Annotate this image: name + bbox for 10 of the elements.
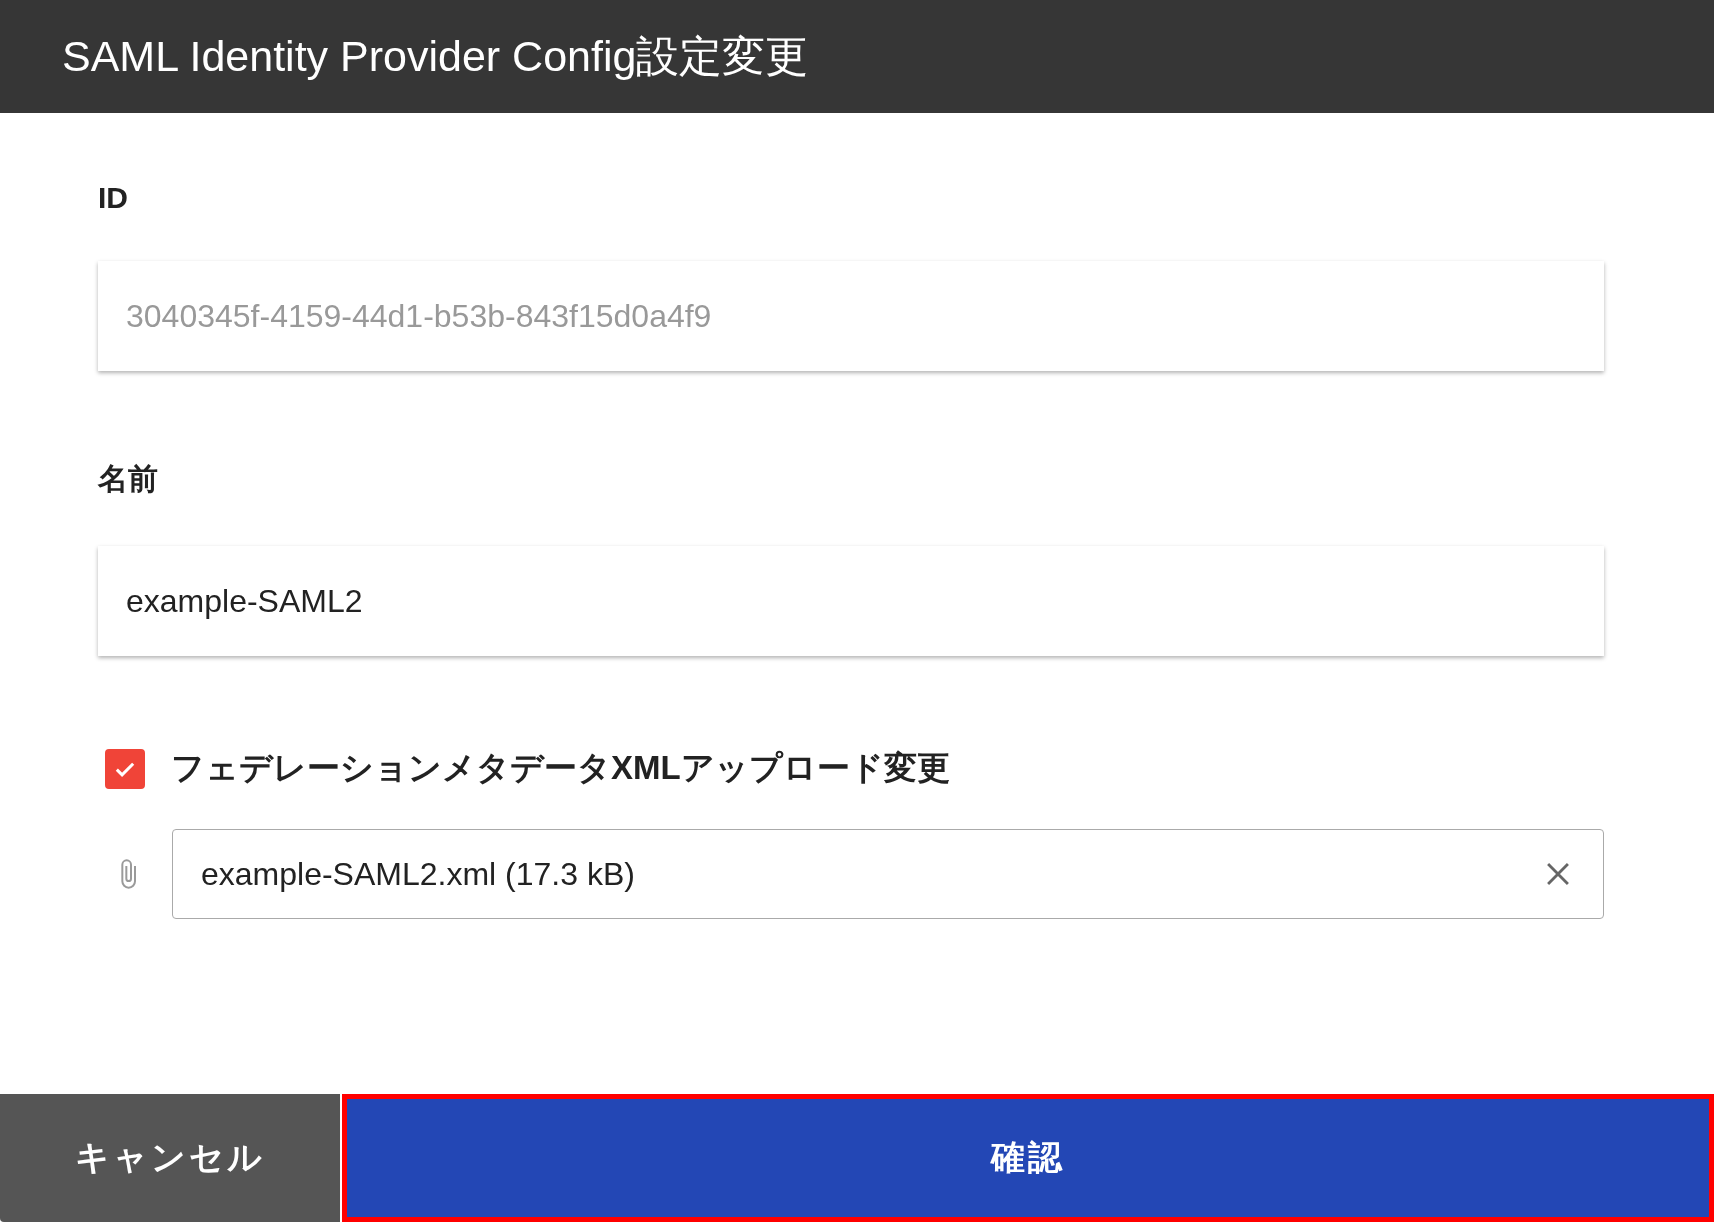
checkbox[interactable] <box>105 748 145 789</box>
input-field[interactable]: example-SAML2 <box>98 546 1604 656</box>
dialog-title: SAML Identity Provider Config設定変更 <box>62 30 809 82</box>
file-name: example-SAML2.xml (17.3 kB) <box>201 855 635 893</box>
cancel-button[interactable]: キャンセル <box>0 1094 340 1222</box>
file-field[interactable]: example-SAML2.xml (17.3 kB) <box>172 829 1604 919</box>
checkbox-label: フェデレーションメタデータXMLアップロード変更 <box>171 748 950 788</box>
field-label: 名前 <box>98 461 158 497</box>
field-label: ID <box>98 181 128 215</box>
confirm-button[interactable]: 確認 <box>342 1094 1714 1222</box>
